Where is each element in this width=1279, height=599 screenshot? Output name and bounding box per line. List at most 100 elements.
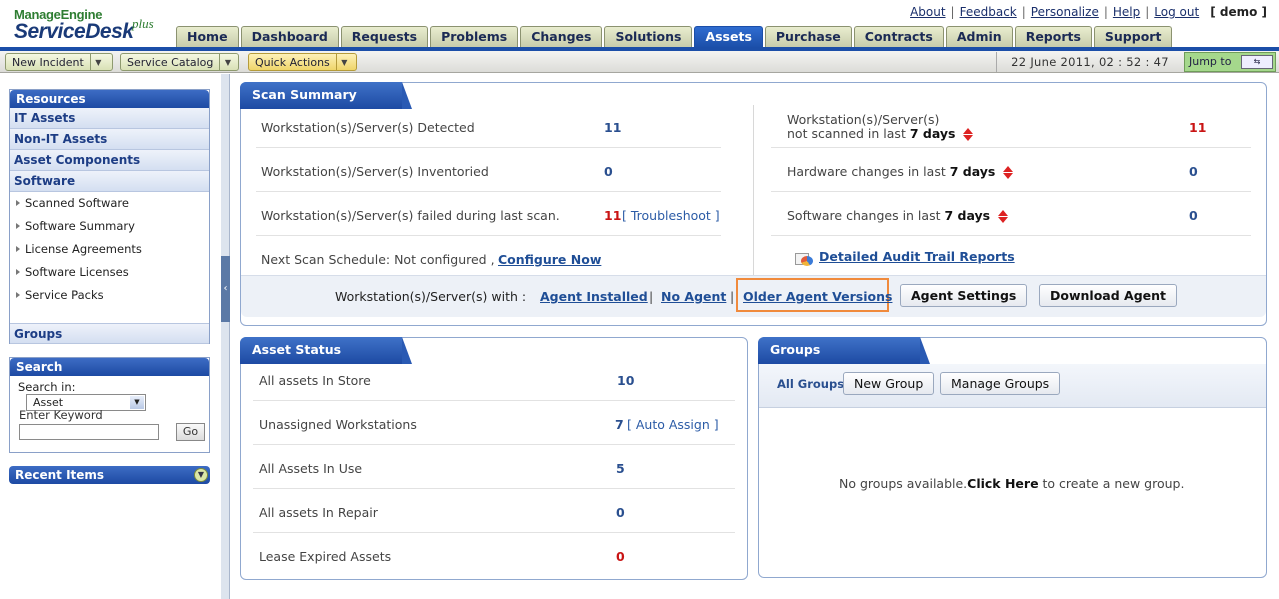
service-catalog-button[interactable]: Service Catalog ▼ [120, 53, 239, 71]
audit-trail-link[interactable]: Detailed Audit Trail Reports [819, 249, 1015, 264]
search-panel: Search Search in: Asset ▼ Enter Keyword … [9, 357, 210, 453]
auto-assign-link[interactable]: [ Auto Assign ] [627, 417, 719, 432]
inventoried-value[interactable]: 0 [604, 164, 613, 179]
next-scan-label: Next Scan Schedule: Not configured , [261, 252, 495, 267]
top-links: About | Feedback | Personalize | Help | Log … [905, 5, 1267, 19]
hardware-changes-days: 7 days [949, 164, 996, 179]
lease-expired-value[interactable]: 0 [616, 549, 625, 564]
jump-to-icon[interactable]: ⇆ [1241, 55, 1273, 69]
hardware-changes-value[interactable]: 0 [1189, 164, 1198, 179]
no-agent-link[interactable]: No Agent [661, 289, 726, 304]
sidebar-item-software-licenses[interactable]: Software Licenses [10, 261, 209, 284]
new-incident-label: New Incident [12, 55, 84, 69]
quick-actions-label: Quick Actions [255, 55, 330, 69]
groups-panel: Groups All Groups New Group Manage Group… [758, 337, 1267, 578]
help-link[interactable]: Help [1108, 5, 1145, 19]
about-link[interactable]: About [905, 5, 950, 19]
tab-solutions[interactable]: Solutions [604, 26, 693, 47]
manage-groups-button[interactable]: Manage Groups [940, 372, 1061, 395]
sidebar-item-non-it-assets[interactable]: Non-IT Assets [10, 129, 209, 150]
resources-panel: Resources IT Assets Non-IT Assets Asset … [9, 89, 210, 344]
feedback-link[interactable]: Feedback [955, 5, 1022, 19]
in-repair-value[interactable]: 0 [616, 505, 625, 520]
keyword-input[interactable] [19, 424, 159, 440]
groups-title: Groups [758, 337, 930, 364]
asset-status-panel: Asset Status All assets In Store 10 Unas… [240, 337, 748, 580]
download-agent-button[interactable]: Download Agent [1039, 284, 1177, 307]
not-scanned-label: not scanned in last 7 days [787, 126, 974, 142]
agent-with-label: Workstation(s)/Server(s) with : [335, 289, 527, 304]
tab-changes[interactable]: Changes [520, 26, 603, 47]
groups-toolbar: All Groups New Group Manage Groups [759, 364, 1266, 408]
chevron-left-icon[interactable]: ‹ [221, 256, 230, 322]
app-header: ManageEngine ServiceDesk plus About | Fee… [0, 0, 1279, 50]
software-changes-value[interactable]: 0 [1189, 208, 1198, 223]
sidebar-splitter[interactable]: ‹ [221, 74, 230, 599]
configure-now-link[interactable]: Configure Now [498, 252, 601, 267]
sort-arrows-icon[interactable] [998, 209, 1009, 224]
audit-trail-row: Detailed Audit Trail Reports [793, 249, 1015, 266]
sort-arrows-icon[interactable] [963, 127, 974, 142]
personalize-link[interactable]: Personalize [1026, 5, 1104, 19]
not-scanned-value[interactable]: 11 [1189, 120, 1206, 135]
new-incident-button[interactable]: New Incident ▼ [5, 53, 113, 71]
click-here-link[interactable]: Click Here [967, 476, 1038, 491]
sort-arrows-icon[interactable] [1003, 165, 1014, 180]
agent-installed-link[interactable]: Agent Installed [540, 289, 648, 304]
tab-dashboard[interactable]: Dashboard [240, 26, 339, 47]
sidebar-item-scanned-software[interactable]: Scanned Software [10, 192, 209, 215]
failed-value[interactable]: 11 [604, 208, 621, 223]
tab-contracts[interactable]: Contracts [853, 26, 944, 47]
tab-reports[interactable]: Reports [1014, 26, 1092, 47]
logout-link[interactable]: Log out [1149, 5, 1204, 19]
sidebar: Resources IT Assets Non-IT Assets Asset … [0, 74, 221, 599]
agent-settings-button[interactable]: Agent Settings [900, 284, 1028, 307]
keyword-label: Enter Keyword [19, 408, 103, 422]
asset-status-title: Asset Status [240, 337, 412, 364]
current-user: [ demo ] [1210, 5, 1267, 19]
tab-support[interactable]: Support [1093, 26, 1173, 47]
older-agent-versions-link[interactable]: Older Agent Versions [743, 289, 892, 304]
expand-icon[interactable]: ▼ [194, 468, 208, 482]
agent-separator: | [649, 289, 654, 304]
tab-home[interactable]: Home [176, 26, 239, 47]
sidebar-item-software-summary[interactable]: Software Summary [10, 215, 209, 238]
toolbar: New Incident ▼ Service Catalog ▼ Quick A… [0, 51, 1279, 73]
sidebar-item-it-assets[interactable]: IT Assets [10, 108, 209, 129]
jump-to-button[interactable]: Jump to ⇆ [1184, 52, 1276, 72]
sidebar-item-asset-components[interactable]: Asset Components [10, 150, 209, 171]
tab-admin[interactable]: Admin [945, 26, 1013, 47]
go-button[interactable]: Go [176, 423, 205, 441]
in-use-label: All Assets In Use [259, 461, 363, 476]
chevron-down-icon[interactable]: ▼ [130, 396, 144, 409]
all-groups-label[interactable]: All Groups [777, 377, 844, 391]
sidebar-item-software[interactable]: Software [10, 171, 209, 192]
lease-expired-label: Lease Expired Assets [259, 549, 392, 564]
tab-purchase[interactable]: Purchase [764, 26, 852, 47]
failed-label: Workstation(s)/Server(s) failed during l… [261, 208, 560, 223]
sidebar-item-groups[interactable]: Groups [10, 323, 209, 344]
sidebar-item-service-packs[interactable]: Service Packs [10, 284, 209, 307]
logo-edition: plus [132, 16, 154, 31]
detected-value[interactable]: 11 [604, 120, 621, 135]
chevron-down-icon[interactable]: ▼ [335, 54, 352, 70]
hardware-changes-label: Hardware changes in last 7 days [787, 164, 1014, 180]
app-logo[interactable]: ManageEngine ServiceDesk plus [14, 4, 164, 48]
quick-actions-button[interactable]: Quick Actions ▼ [248, 53, 357, 71]
troubleshoot-link[interactable]: [ Troubleshoot ] [622, 208, 720, 223]
sidebar-item-license-agreements[interactable]: License Agreements [10, 238, 209, 261]
recent-items-panel: Recent Items ▼ [9, 466, 210, 486]
in-store-value[interactable]: 10 [617, 373, 634, 388]
not-scanned-days: 7 days [909, 126, 956, 141]
recent-items-title: Recent Items [9, 466, 210, 484]
chevron-down-icon[interactable]: ▼ [219, 54, 235, 70]
new-group-button[interactable]: New Group [843, 372, 935, 395]
unassigned-value[interactable]: 7 [615, 417, 624, 432]
tab-assets[interactable]: Assets [694, 26, 763, 48]
unassigned-label: Unassigned Workstations [259, 417, 417, 432]
current-datetime: 22 June 2011, 02 : 52 : 47 [996, 52, 1183, 72]
in-use-value[interactable]: 5 [616, 461, 625, 476]
chevron-down-icon[interactable]: ▼ [89, 54, 106, 70]
tab-problems[interactable]: Problems [430, 26, 519, 47]
tab-requests[interactable]: Requests [340, 26, 429, 47]
